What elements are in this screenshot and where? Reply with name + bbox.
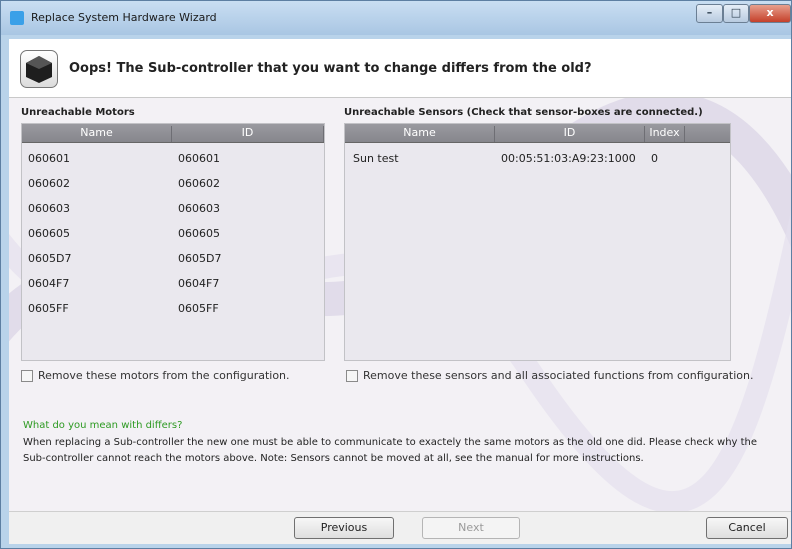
page-title: Oops! The Sub-controller that you want t… bbox=[69, 61, 592, 76]
sensors-grid-header: Name ID Index bbox=[345, 124, 730, 143]
sensors-col-name[interactable]: Name bbox=[345, 126, 495, 142]
motor-name-cell: 0605FF bbox=[28, 302, 69, 315]
wizard-header: Oops! The Sub-controller that you want t… bbox=[9, 39, 791, 98]
maximize-button[interactable]: □ bbox=[723, 4, 749, 23]
close-icon: x bbox=[766, 6, 774, 19]
motor-name-cell: 060602 bbox=[28, 177, 70, 190]
remove-sensors-checkbox[interactable] bbox=[346, 370, 358, 382]
sensor-index-cell: 0 bbox=[651, 152, 658, 165]
motor-id-cell: 060605 bbox=[178, 227, 220, 240]
motors-grid-header: Name ID bbox=[22, 124, 324, 143]
motors-label: Unreachable Motors bbox=[21, 107, 135, 118]
info-heading: What do you mean with differs? bbox=[23, 420, 183, 431]
motor-id-cell: 0605FF bbox=[178, 302, 219, 315]
motors-grid[interactable]: Name ID 060601 060601 060602 060602 060603 06… bbox=[21, 123, 325, 361]
remove-motors-checkbox[interactable] bbox=[21, 370, 33, 382]
remove-sensors-option[interactable]: Remove these sensors and all associated … bbox=[346, 369, 753, 382]
motor-name-cell: 060603 bbox=[28, 202, 70, 215]
close-button[interactable]: x bbox=[749, 4, 791, 23]
motor-row[interactable]: 0604F7 0604F7 bbox=[22, 273, 324, 297]
cancel-button[interactable]: Cancel bbox=[706, 517, 788, 539]
sensors-col-index[interactable]: Index bbox=[645, 126, 685, 142]
sensors-col-id[interactable]: ID bbox=[495, 126, 645, 142]
sensors-label: Unreachable Sensors (Check that sensor-b… bbox=[344, 107, 703, 118]
title-bar[interactable]: Replace System Hardware Wizard – □ x bbox=[1, 1, 791, 35]
next-button[interactable]: Next bbox=[422, 517, 520, 539]
remove-motors-label: Remove these motors from the configurati… bbox=[38, 369, 290, 382]
sensor-row[interactable]: Sun test 00:05:51:03:A9:23:1000 0 bbox=[345, 148, 730, 172]
remove-motors-option[interactable]: Remove these motors from the configurati… bbox=[21, 369, 290, 382]
wizard-footer: Previous Next Cancel bbox=[9, 511, 791, 544]
motors-col-name[interactable]: Name bbox=[22, 126, 172, 142]
motor-row[interactable]: 0605D7 0605D7 bbox=[22, 248, 324, 272]
previous-button[interactable]: Previous bbox=[294, 517, 394, 539]
motor-name-cell: 0604F7 bbox=[28, 277, 70, 290]
motor-id-cell: 060603 bbox=[178, 202, 220, 215]
minimize-icon: – bbox=[706, 6, 713, 19]
wizard-window: Replace System Hardware Wizard – □ x Oop… bbox=[0, 0, 792, 549]
minimize-button[interactable]: – bbox=[696, 4, 723, 23]
motor-name-cell: 060601 bbox=[28, 152, 70, 165]
motor-id-cell: 060601 bbox=[178, 152, 220, 165]
sensor-id-cell: 00:05:51:03:A9:23:1000 bbox=[501, 152, 636, 165]
motor-row[interactable]: 060603 060603 bbox=[22, 198, 324, 222]
motors-col-id[interactable]: ID bbox=[172, 126, 324, 142]
motor-name-cell: 0605D7 bbox=[28, 252, 72, 265]
app-icon bbox=[10, 11, 24, 25]
info-description: When replacing a Sub-controller the new … bbox=[23, 437, 758, 464]
motor-id-cell: 0605D7 bbox=[178, 252, 222, 265]
cube-icon bbox=[20, 50, 58, 88]
maximize-icon: □ bbox=[730, 6, 742, 19]
motor-row[interactable]: 060605 060605 bbox=[22, 223, 324, 247]
motor-id-cell: 060602 bbox=[178, 177, 220, 190]
sensor-name-cell: Sun test bbox=[353, 152, 399, 165]
motor-row[interactable]: 060601 060601 bbox=[22, 148, 324, 172]
motor-id-cell: 0604F7 bbox=[178, 277, 220, 290]
remove-sensors-label: Remove these sensors and all associated … bbox=[363, 369, 754, 382]
sensors-grid[interactable]: Name ID Index Sun test 00:05:51:03:A9:23:… bbox=[344, 123, 731, 361]
motor-row[interactable]: 060602 060602 bbox=[22, 173, 324, 197]
window-title: Replace System Hardware Wizard bbox=[31, 11, 217, 24]
motor-row[interactable]: 0605FF 0605FF bbox=[22, 298, 324, 322]
motor-name-cell: 060605 bbox=[28, 227, 70, 240]
